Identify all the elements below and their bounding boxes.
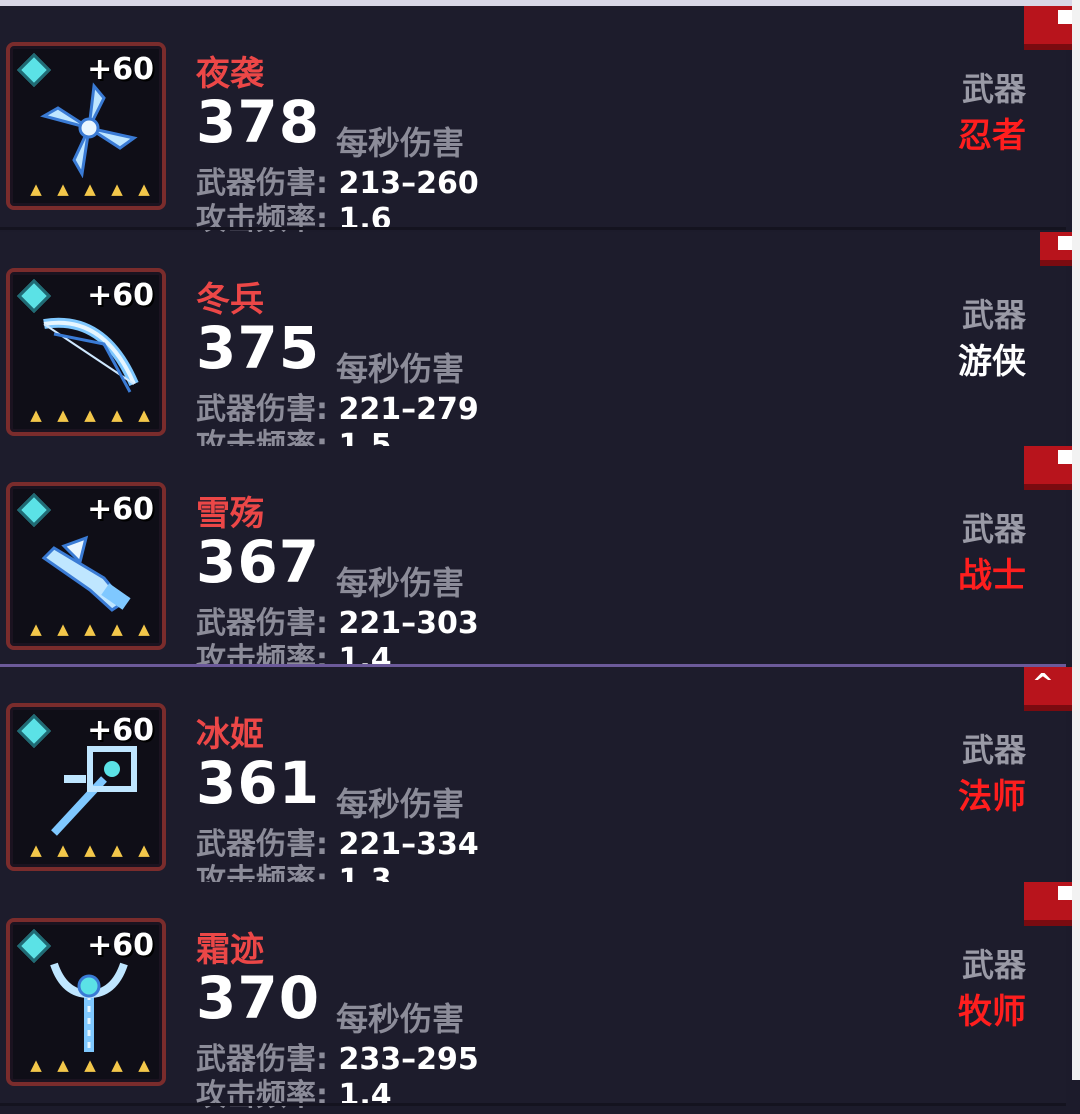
star-icon: ▲	[57, 406, 69, 424]
star-icon: ▲	[138, 406, 150, 424]
star-icon: ▲	[57, 841, 69, 859]
star-icon: ▲	[111, 180, 123, 198]
star-rating: ▲ ▲ ▲ ▲ ▲	[28, 406, 152, 424]
dps-value: 361	[196, 749, 321, 817]
star-rating: ▲ ▲ ▲ ▲ ▲	[28, 841, 152, 859]
star-icon: ▲	[84, 620, 96, 638]
star-icon: ▲	[111, 620, 123, 638]
star-icon: ▲	[84, 841, 96, 859]
star-icon: ▲	[138, 180, 150, 198]
weapon-icon-frame[interactable]: +60 ▲ ▲ ▲ ▲ ▲	[6, 918, 166, 1086]
star-icon: ▲	[84, 1056, 96, 1074]
item-type: 武器	[961, 70, 1026, 108]
item-type: 武器	[961, 296, 1026, 334]
item-type: 武器	[961, 731, 1026, 769]
star-icon: ▲	[57, 1056, 69, 1074]
class-name: 战士	[958, 556, 1026, 596]
star-rating: ▲ ▲ ▲ ▲ ▲	[28, 620, 152, 638]
star-icon: ▲	[57, 620, 69, 638]
star-icon: ▲	[57, 180, 69, 198]
weapon-icon-frame[interactable]: +60 ▲ ▲ ▲ ▲ ▲	[6, 703, 166, 871]
weapon-card[interactable]: +60 ▲ ▲ ▲ ▲ ▲ 雪殇 367 每秒伤害 武器伤害: 221–303 攻击频率: 1.4 武…	[0, 446, 1080, 677]
weapon-card[interactable]: +60 ▲ ▲ ▲ ▲ ▲ 霜迹 370 每秒伤害 武器伤害: 233–295 攻击频率: 1.4 武…	[0, 882, 1080, 1113]
staff-icon	[34, 739, 144, 839]
star-rating: ▲ ▲ ▲ ▲ ▲	[28, 1056, 152, 1074]
weapon-card[interactable]: +60 ▲ ▲ ▲ ▲ ▲ 夜袭 378 每秒伤害 武器伤害: 213–260 攻击频率: 1.6 武…	[0, 6, 1080, 237]
attack-rate-label: 攻击频率:	[196, 1078, 328, 1113]
item-type: 武器	[961, 510, 1026, 548]
scepter-icon	[34, 954, 144, 1054]
sword-icon	[34, 518, 144, 618]
class-name: 法师	[958, 777, 1026, 817]
star-icon: ▲	[138, 1056, 150, 1074]
class-name: 忍者	[958, 116, 1026, 156]
star-icon: ▲	[30, 841, 42, 859]
star-icon: ▲	[111, 406, 123, 424]
star-icon: ▲	[138, 841, 150, 859]
weapon-card[interactable]: +60▲▲▲▲▲冬兵375每秒伤害武器伤害: 221–279攻击频率: 1.5武…	[0, 232, 1080, 463]
star-icon: ▲	[138, 620, 150, 638]
star-icon: ▲	[111, 1056, 123, 1074]
class-name: 游侠	[958, 342, 1026, 382]
attack-rate-value: 1.4	[338, 1078, 392, 1113]
dps-value: 367	[196, 528, 321, 596]
weapon-icon-frame[interactable]: +60 ▲ ▲ ▲ ▲ ▲	[6, 42, 166, 210]
star-icon: ▲	[30, 620, 42, 638]
star-icon: ▲	[84, 406, 96, 424]
star-icon: ▲	[30, 406, 42, 424]
chevron-up-icon: ^	[1032, 669, 1054, 699]
star-icon: ▲	[30, 1056, 42, 1074]
star-icon: ▲	[84, 180, 96, 198]
bow-icon	[34, 304, 144, 404]
weapon-list: +60 ▲ ▲ ▲ ▲ ▲ 夜袭 378 每秒伤害 武器伤害: 213–260 攻击频率: 1.6 武…	[0, 0, 1080, 1113]
star-rating: ▲ ▲ ▲ ▲ ▲	[28, 180, 152, 198]
weapon-icon-frame[interactable]: +60 ▲ ▲ ▲ ▲ ▲	[6, 268, 166, 436]
right-edge	[1072, 0, 1080, 1080]
dps-value: 378	[196, 88, 321, 156]
attack-rate-stat: 攻击频率: 1.4	[196, 1070, 392, 1114]
star-icon: ▲	[111, 841, 123, 859]
class-name: 牧师	[958, 992, 1026, 1032]
shuriken-icon	[34, 78, 144, 179]
dps-value: 370	[196, 964, 321, 1032]
top-edge	[0, 0, 1080, 6]
item-type: 武器	[961, 946, 1026, 984]
dps-value: 375	[196, 314, 321, 382]
weapon-icon-frame[interactable]: +60 ▲ ▲ ▲ ▲ ▲	[6, 482, 166, 650]
weapon-card[interactable]: ^ +60 ▲ ▲ ▲ ▲ ▲ 冰姬 361 每秒伤害 武器伤害: 221–334 攻击频率: 1.3…	[0, 664, 1080, 898]
star-icon: ▲	[30, 180, 42, 198]
